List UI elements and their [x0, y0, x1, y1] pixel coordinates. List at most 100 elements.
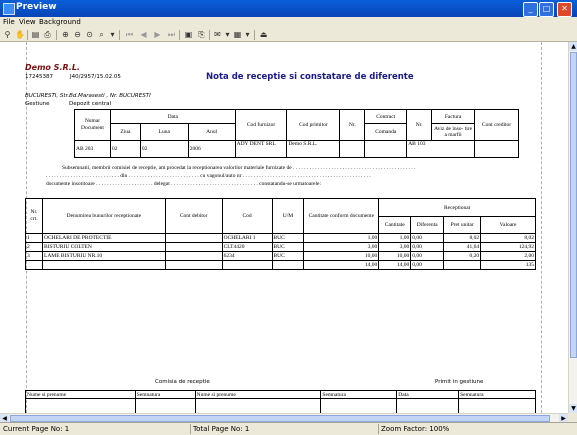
signature-table: Nume si prenume Semnatura Nume si prenum… — [25, 390, 536, 413]
col-valoare: Valoare — [480, 216, 536, 234]
zoom-dropdown-icon[interactable]: ▾ — [108, 30, 117, 39]
minimize-button[interactable]: _ — [523, 2, 538, 17]
gestiune-value: Depozit central — [69, 101, 112, 107]
status-total-pages: Total Page No: 1 — [193, 425, 250, 433]
zoom-width-icon[interactable]: ⊙ — [85, 30, 94, 39]
value-cod-furnizor: ADY DENT SRL — [234, 140, 288, 158]
col-um: U/M — [271, 198, 305, 234]
toolbar-separator — [56, 30, 57, 40]
sig-empty — [25, 398, 136, 413]
maximize-button[interactable]: □ — [539, 2, 554, 17]
zoom-out-icon[interactable]: ⊖ — [73, 30, 82, 39]
email-icon[interactable]: ✉ — [213, 30, 222, 39]
scroll-down-icon[interactable]: ▼ — [569, 404, 577, 413]
print-setup-icon[interactable]: ▤ — [31, 30, 40, 39]
sig-empty — [320, 398, 398, 413]
scroll-up-icon[interactable]: ▲ — [569, 42, 577, 51]
close-button[interactable]: ✕ — [557, 2, 572, 17]
cell-denumire: OCHELARI DE PROTECTIE — [41, 233, 166, 243]
total-cell-empty — [221, 260, 273, 270]
bg-color-icon[interactable]: ▦ — [233, 30, 242, 39]
total-row: 14,00 14,00 0,00 135 — [25, 260, 536, 270]
cell-pret: 0,20 — [443, 251, 482, 261]
cell-nr: 1 — [25, 233, 43, 243]
toolbar-separator — [27, 30, 28, 40]
print-icon[interactable]: ⎙ — [43, 30, 52, 39]
cell-denumire: LAME BISTURIU NR.10 — [41, 251, 166, 261]
cell-cod: CLT4420 — [221, 242, 273, 252]
last-page-icon[interactable]: ⏭ — [167, 30, 176, 39]
status-current-page: Current Page No: 1 — [3, 425, 70, 433]
table-row: 1 OCHELARI DE PROTECTIE OCHELARI 1 BUC 1… — [25, 233, 536, 243]
cell-denumire: BISTURIU COLTEN — [41, 242, 166, 252]
sig-empty — [134, 398, 196, 413]
first-page-icon[interactable]: ⏮ — [125, 30, 134, 39]
sig-semnatura1: Semnatura — [134, 390, 196, 399]
col-cont-debitor: Cont debitor — [164, 198, 223, 234]
total-cell-empty — [41, 260, 166, 270]
statement-line1: Subsemnatii, membrii comisiei de recepti… — [62, 165, 416, 171]
value-comanda — [364, 140, 408, 158]
col-cantitate: Cantitate — [378, 216, 412, 234]
document-viewer[interactable]: Demo S.R.L. 17245387 J40/2957/15.02.05 N… — [0, 42, 568, 413]
cell-cant-doc: 3,00 — [303, 242, 380, 252]
prev-page-icon[interactable]: ◀ — [139, 30, 148, 39]
menu-background[interactable]: Background — [39, 18, 81, 26]
cell-diferenta: 0,00 — [410, 233, 445, 243]
header-table: Numar Document Data Cod furnizor Cod pri… — [74, 109, 519, 158]
cell-diferenta: 0,00 — [410, 242, 445, 252]
col-aviz: Aviz de inso- tire a marfii — [431, 123, 476, 141]
total-cant-doc: 14,00 — [303, 260, 380, 270]
col-pret-unitar: Pret unitar — [443, 216, 482, 234]
toolbar-separator — [254, 30, 255, 40]
page-margin-right — [541, 42, 542, 413]
email-dropdown-icon[interactable]: ▾ — [223, 30, 232, 39]
col-denumire: Denumirea bunurilor receptionate — [41, 198, 166, 234]
status-divider — [190, 424, 191, 434]
total-cell-empty — [25, 260, 43, 270]
zoom-in-icon[interactable]: ⊕ — [61, 30, 70, 39]
sig-data: Data — [396, 390, 460, 399]
vertical-scrollbar[interactable]: ▲ ▼ — [568, 42, 577, 413]
value-cont-creditor — [474, 140, 519, 158]
sig-empty — [396, 398, 460, 413]
cell-pret: 8,02 — [443, 233, 482, 243]
company-address: BUCURESTI, Str.Bd.Marasesti , Nr. BUCURE… — [25, 93, 151, 99]
value-luna: 02 — [139, 140, 189, 158]
value-ziua: 02 — [109, 140, 141, 158]
menu-bar: File View Background — [0, 17, 577, 29]
sig-semnatura2: Semnatura — [320, 390, 398, 399]
exit-icon[interactable]: ⏏ — [259, 30, 268, 39]
next-page-icon[interactable]: ▶ — [153, 30, 162, 39]
vertical-scroll-thumb[interactable] — [570, 52, 577, 358]
zoom-custom-icon[interactable]: ⌕ — [97, 30, 106, 39]
menu-view[interactable]: View — [19, 18, 36, 26]
horizontal-scroll-thumb[interactable] — [10, 415, 550, 422]
binoculars-icon[interactable]: ⚲ — [3, 30, 12, 39]
table-row: 3 LAME BISTURIU NR.10 6234 BUC 10,00 10,… — [25, 251, 536, 261]
statement-line2: . . . . . . . . . . . . . . . . . . . . … — [46, 173, 371, 179]
col-cantitate-documente: Cantitate conform documente — [303, 198, 380, 234]
app-icon — [3, 3, 15, 15]
export-icon[interactable]: ⎘ — [197, 30, 206, 39]
company-regcom: J40/2957/15.02.05 — [70, 74, 121, 80]
col-comanda: Comanda — [364, 123, 408, 141]
company-name: Demo S.R.L. — [25, 63, 80, 72]
col-cod: Cod — [221, 198, 273, 234]
cell-diferenta: 0,00 — [410, 251, 445, 261]
cell-valoare: 8,02 — [480, 233, 536, 243]
col-data: Data — [109, 109, 236, 124]
page-view-icon[interactable]: ▣ — [184, 30, 193, 39]
col-nr-factura: Nr. — [406, 109, 433, 141]
cell-nr: 3 — [25, 251, 43, 261]
primit-label: Primit in gestiune — [435, 379, 484, 385]
table-row: 2 BISTURIU COLTEN CLT4420 BUC 3,00 3,00 … — [25, 242, 536, 252]
status-zoom: Zoom Factor: 100% — [381, 425, 450, 433]
menu-file[interactable]: File — [3, 18, 15, 26]
bg-color-dropdown-icon[interactable]: ▾ — [243, 30, 252, 39]
sig-nume2: Nume si prenume — [194, 390, 322, 399]
value-cod-primitor: Demo S.R.L. — [286, 140, 341, 158]
cell-cantitate: 10,00 — [378, 251, 412, 261]
cell-um: BUC — [271, 242, 305, 252]
hand-icon[interactable]: ✋ — [15, 30, 25, 39]
